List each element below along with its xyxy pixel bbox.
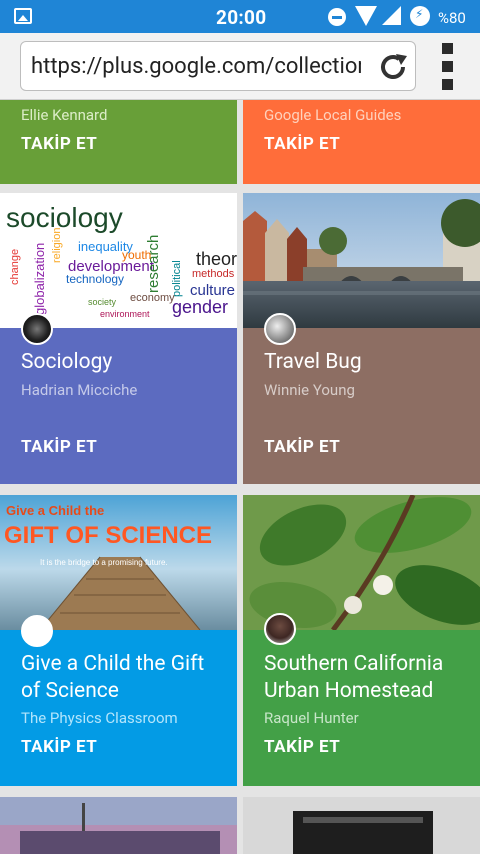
status-time: 20:00 [216, 6, 267, 29]
svg-text:gender: gender [172, 297, 228, 317]
svg-text:theor: theor [196, 249, 237, 269]
card-author: Hadrian Micciche [21, 381, 138, 399]
card-title: Travel Bug [264, 350, 362, 374]
card-author: Winnie Young [264, 381, 355, 399]
svg-text:research: research [145, 235, 162, 293]
battery-charging-icon [410, 6, 430, 26]
svg-text:youth: youth [122, 248, 151, 262]
collection-card-guides[interactable]: Google Local Guides TAKİP ET [243, 100, 480, 184]
follow-button[interactable]: TAKİP ET [21, 437, 97, 457]
svg-text:GIFT OF SCIENCE: GIFT OF SCIENCE [4, 522, 212, 549]
author-avatar[interactable] [21, 615, 53, 647]
machine-photo [243, 797, 480, 854]
card-author: The Physics Classroom [21, 709, 178, 727]
city-skyline-photo [0, 797, 237, 854]
svg-text:environment: environment [100, 309, 150, 319]
card-author: Google Local Guides [264, 106, 402, 124]
pier-poster-image: Give a Child the GIFT OF SCIENCE It is t… [0, 495, 237, 630]
browser-toolbar: https://plus.google.com/collections/feat… [0, 33, 480, 100]
collection-card-urban-homestead[interactable]: Southern California Urban Homestead Raqu… [243, 495, 480, 786]
overflow-menu-icon[interactable] [438, 43, 458, 91]
follow-button[interactable]: TAKİP ET [264, 737, 340, 757]
author-avatar[interactable] [264, 613, 296, 645]
svg-text:It is the bridge to a promisin: It is the bridge to a promising future. [40, 558, 168, 567]
collection-card-city[interactable] [0, 797, 237, 854]
card-author: Raquel Hunter [264, 709, 359, 727]
leaves-photo [243, 495, 480, 630]
card-title: Give a Child the Gift of Science [21, 652, 205, 703]
word-sociology: sociology [6, 202, 123, 233]
collection-card-ellie[interactable]: Ellie Kennard TAKİP ET [0, 100, 237, 184]
svg-text:economy: economy [130, 292, 175, 304]
do-not-disturb-icon [328, 8, 346, 26]
sociology-word-cloud-image: sociology change inequality development … [0, 193, 237, 328]
follow-button[interactable]: TAKİP ET [21, 737, 97, 757]
url-text[interactable]: https://plus.google.com/collections/feat… [31, 54, 361, 79]
image-notification-icon [14, 8, 32, 24]
signal-icon [382, 6, 401, 25]
collection-card-sociology[interactable]: sociology change inequality development … [0, 193, 237, 484]
travel-canal-photo [243, 193, 480, 328]
svg-text:globalization: globalization [32, 243, 47, 315]
author-avatar[interactable] [264, 313, 296, 345]
follow-button[interactable]: TAKİP ET [264, 134, 340, 154]
svg-text:technology: technology [66, 272, 124, 286]
collection-card-travel-bug[interactable]: Travel Bug Winnie Young TAKİP ET [243, 193, 480, 484]
svg-text:society: society [88, 297, 117, 307]
svg-text:change: change [9, 249, 21, 285]
address-bar[interactable]: https://plus.google.com/collections/feat… [20, 41, 416, 91]
battery-percent: %80 [438, 9, 466, 27]
follow-button[interactable]: TAKİP ET [264, 437, 340, 457]
follow-button[interactable]: TAKİP ET [21, 134, 97, 154]
status-bar: 20:00 %80 [0, 0, 480, 33]
collection-card-gift-of-science[interactable]: Give a Child the GIFT OF SCIENCE It is t… [0, 495, 237, 786]
card-author: Ellie Kennard [21, 106, 108, 124]
svg-text:Give a Child the: Give a Child the [6, 503, 104, 518]
wifi-icon [355, 6, 377, 26]
reload-icon[interactable] [377, 52, 411, 82]
card-title: Sociology [21, 350, 113, 374]
svg-text:religion: religion [51, 228, 63, 263]
collection-card-machine[interactable] [243, 797, 480, 854]
svg-text:methods: methods [192, 268, 235, 280]
author-avatar[interactable] [21, 313, 53, 345]
card-title: Southern California Urban Homestead [264, 652, 444, 703]
